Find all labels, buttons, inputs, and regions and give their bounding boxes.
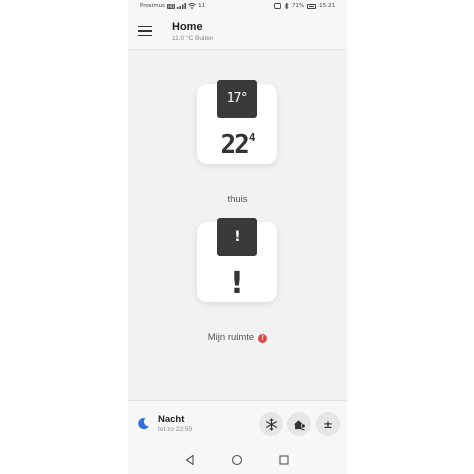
current-temperature: 224: [197, 130, 277, 160]
home-icon[interactable]: [231, 454, 243, 466]
phone-screen: Proximus HD 11 71% 15:21 Home 11.0 °C Bu…: [128, 0, 347, 474]
app-header: Home 11.0 °C Buiten: [128, 14, 347, 50]
status-left: Proximus HD 11: [140, 3, 205, 9]
room-label-thuis: thuis: [227, 194, 248, 205]
carrier-name: Proximus: [140, 3, 166, 9]
status-right: 71% 15:21: [273, 3, 335, 9]
recents-icon[interactable]: [278, 454, 290, 466]
frost-guard-button[interactable]: [259, 412, 283, 436]
thermostat-card[interactable]: 17° 224: [197, 80, 277, 164]
plus-minus-icon: ±: [323, 417, 333, 431]
nfc-icon: [273, 3, 281, 9]
setpoint-tab: 17°: [217, 80, 257, 118]
bluetooth-icon: [284, 3, 289, 9]
hamburger-menu-icon[interactable]: [138, 25, 152, 37]
temperature-decimal: 4: [248, 131, 255, 144]
battery-icon: [307, 3, 317, 9]
warning-symbol: !: [234, 229, 240, 245]
back-icon[interactable]: [184, 454, 196, 466]
error-symbol: !: [230, 266, 244, 301]
clock: 15:21: [319, 3, 335, 9]
setpoint-unit: °: [240, 91, 248, 106]
error-badge[interactable]: !: [258, 334, 268, 343]
mode-bar: Nacht tot zo 23:59 ±: [128, 400, 347, 446]
android-nav-bar: [128, 446, 347, 474]
carrier-tag: HD: [167, 3, 176, 9]
valve-card[interactable]: ! !: [197, 218, 277, 302]
signal-icon: [177, 3, 187, 9]
moon-icon: [138, 417, 149, 430]
wifi-icon: [188, 3, 196, 9]
mode-until: tot zo 23:59: [158, 426, 192, 433]
outdoor-temperature: 11.0 °C Buiten: [172, 35, 214, 42]
away-mode-button[interactable]: [287, 412, 311, 436]
signal-text: 11: [198, 3, 206, 9]
schedule-adjust-button[interactable]: ±: [316, 412, 340, 436]
home-away-icon: [293, 419, 306, 430]
snowflake-icon: [265, 417, 277, 431]
home-title: Home: [172, 21, 203, 33]
room-name: Mijn ruimte: [207, 332, 255, 343]
battery-percent: 71%: [291, 3, 305, 9]
warning-tab: !: [217, 218, 257, 256]
temperature-integer: 22: [220, 130, 250, 160]
mode-title: Nacht: [158, 414, 185, 425]
setpoint-value: 17: [226, 91, 242, 106]
room-label-mijn-ruimte: Mijn ruimte!: [128, 332, 347, 343]
status-bar: Proximus HD 11 71% 15:21: [128, 0, 347, 14]
